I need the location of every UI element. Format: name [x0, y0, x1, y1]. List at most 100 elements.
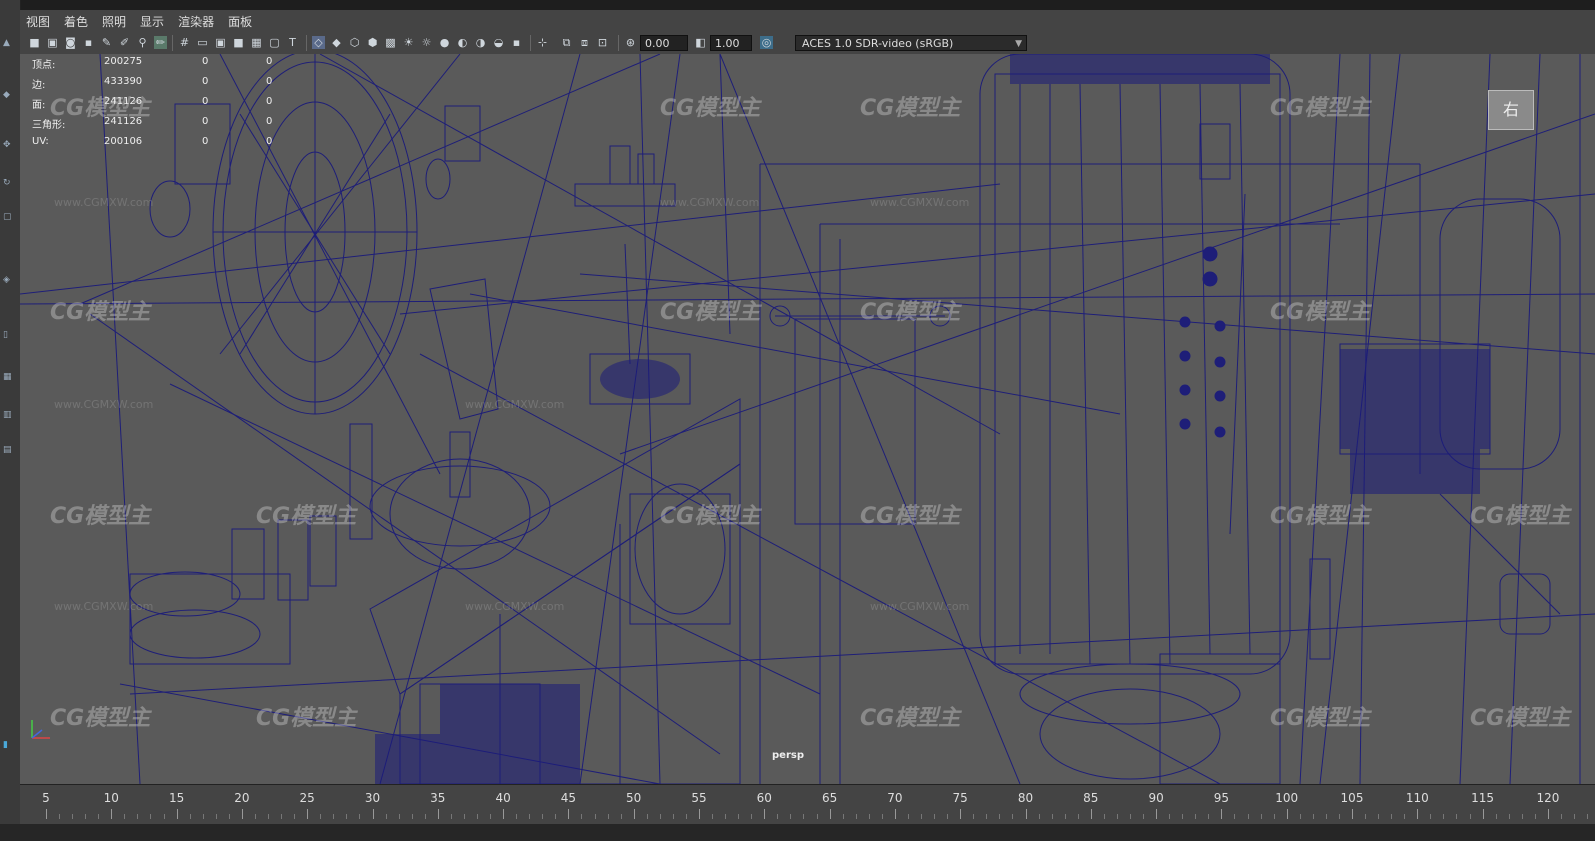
smooth-shading-icon[interactable]: ◆ — [330, 36, 343, 49]
depth-of-field-icon[interactable]: ◒ — [492, 36, 505, 49]
film-gate-icon[interactable]: ▭ — [196, 36, 209, 49]
timeline-minor-tick — [672, 814, 674, 819]
panel-toolbar: ■ ▣ ◙ ▪ ✎ ✐ ⚲ ✏ # ▭ ▣ ■ ▦ ▢ T ◇ ◆ ⬡ ⬢ ▩ … — [20, 32, 1595, 55]
menu-shading[interactable]: 着色 — [64, 13, 88, 30]
watermark: CG模型主 — [50, 706, 151, 731]
watermark: CG模型主 — [50, 504, 151, 529]
isolate-select-icon[interactable]: ▪ — [510, 36, 523, 49]
safe-title-icon[interactable]: T — [286, 36, 299, 49]
colorspace-icon[interactable]: ◎ — [760, 36, 773, 49]
timeline-minor-tick — [1129, 814, 1131, 819]
scale-tool-icon[interactable]: ▢ — [3, 212, 15, 222]
timeline-tick-label: 40 — [495, 791, 511, 805]
gamma-icon[interactable]: ◧ — [694, 36, 707, 49]
timeline-tick-label: 95 — [1213, 791, 1230, 805]
viewport-layout-icon[interactable]: ▮ — [3, 740, 15, 750]
menu-renderer[interactable]: 渲染器 — [178, 13, 214, 30]
colorspace-dropdown[interactable]: ACES 1.0 SDR-video (sRGB) ▼ — [795, 35, 1027, 51]
timeline-tick — [1156, 809, 1158, 819]
motion-blur-icon[interactable]: ◐ — [456, 36, 469, 49]
timeline-tick — [307, 809, 309, 819]
gate-mask-icon[interactable]: ■ — [232, 36, 245, 49]
timeline-minor-tick — [868, 814, 870, 819]
wireframe-on-shaded-icon[interactable]: ⬡ — [348, 36, 361, 49]
time-slider[interactable]: 5 10 15 20 25 30 35 40 45 50 55 60 65 70 75 80 85 90 95 100… — [20, 784, 1595, 825]
perspective-viewport[interactable]: 顶点: 200275 0 0 边: 433390 0 0 面: 241126 0… — [20, 54, 1595, 784]
timeline-tick — [1417, 809, 1419, 819]
hud-count: 0 — [202, 56, 209, 67]
ambient-occlusion-icon[interactable]: ● — [438, 36, 451, 49]
timeline-minor-tick — [1574, 814, 1576, 819]
xray-icon[interactable]: ⊹ — [536, 36, 549, 49]
timeline-minor-tick — [986, 814, 988, 819]
grid-icon[interactable]: # — [178, 36, 191, 49]
timeline-tick — [1352, 809, 1353, 819]
last-tool-icon[interactable]: ◈ — [3, 275, 15, 285]
select-tool-icon[interactable]: ▲ — [3, 38, 15, 48]
checker-icon[interactable]: ▩ — [384, 36, 397, 49]
menu-show[interactable]: 显示 — [140, 13, 164, 30]
exposure-icon[interactable]: ⊛ — [624, 36, 637, 49]
hud-count: 0 — [266, 56, 273, 67]
watermark: CG模型主 — [1270, 96, 1371, 121]
timeline-tick-label: 110 — [1405, 791, 1429, 805]
shadows-icon[interactable]: ☼ — [420, 36, 433, 49]
menu-lighting[interactable]: 照明 — [102, 13, 126, 30]
pencil-active-icon[interactable]: ✏ — [154, 36, 167, 49]
image-plane-icon[interactable]: ▪ — [82, 36, 95, 49]
backface-icon[interactable]: ⊡ — [596, 36, 609, 49]
timeline-minor-tick — [228, 814, 230, 819]
range-slider-bar[interactable] — [0, 824, 1595, 841]
layout-two-icon[interactable]: ▥ — [3, 410, 15, 420]
timeline-minor-tick — [1469, 814, 1471, 819]
timeline-tick-label: 30 — [364, 791, 381, 805]
watermark: CG模型主 — [1270, 300, 1371, 325]
timeline-minor-tick — [607, 814, 609, 819]
bookmark-icon[interactable]: ◙ — [64, 36, 77, 49]
gamma-field[interactable]: 1.00 — [710, 35, 752, 51]
safe-action-icon[interactable]: ▢ — [268, 36, 281, 49]
timeline-minor-tick — [855, 814, 857, 819]
xray-joints-icon[interactable]: ⧉ — [560, 36, 573, 49]
select-camera-icon[interactable]: ■ — [28, 36, 41, 49]
timeline-minor-tick — [1365, 814, 1367, 819]
timeline-minor-tick — [150, 814, 152, 819]
timeline-minor-tick — [1521, 814, 1523, 819]
textured-icon[interactable]: ⬢ — [366, 36, 379, 49]
timeline-minor-tick — [398, 814, 400, 819]
layout-four-icon[interactable]: ▦ — [3, 372, 15, 382]
layout-outliner-icon[interactable]: ▤ — [3, 445, 15, 455]
timeline-minor-tick — [542, 814, 544, 819]
menu-view[interactable]: 视图 — [26, 13, 50, 30]
timeline-minor-tick — [803, 814, 805, 819]
hud-count: 0 — [266, 116, 273, 127]
grease-pencil-2-icon[interactable]: ⚲ — [136, 36, 149, 49]
timeline-minor-tick — [215, 814, 217, 819]
timeline-minor-tick — [1064, 814, 1066, 819]
rotate-tool-icon[interactable]: ↻ — [3, 178, 15, 188]
timeline-minor-tick — [1103, 814, 1105, 819]
grease-pencil-icon[interactable]: ✐ — [118, 36, 131, 49]
wireframe-shading-icon[interactable]: ◇ — [312, 36, 325, 49]
timeline-tick — [372, 809, 374, 819]
exposure-field[interactable]: 0.00 — [640, 35, 688, 51]
xray-active-icon[interactable]: ⧈ — [578, 36, 591, 49]
hud-value: 200275 — [104, 56, 143, 67]
camera-attributes-icon[interactable]: ▣ — [46, 36, 59, 49]
anti-aliasing-icon[interactable]: ◑ — [474, 36, 487, 49]
layout-single-icon[interactable]: ▯ — [3, 330, 15, 340]
view-cube[interactable]: 右 — [1488, 90, 1534, 130]
timeline-minor-tick — [72, 814, 74, 819]
timeline-minor-tick — [476, 814, 478, 819]
menu-panels[interactable]: 面板 — [228, 13, 252, 30]
light-icon[interactable]: ☀ — [402, 36, 415, 49]
field-chart-icon[interactable]: ▦ — [250, 36, 263, 49]
2d-pan-zoom-icon[interactable]: ✎ — [100, 36, 113, 49]
timeline-minor-tick — [685, 814, 687, 819]
move-tool-icon[interactable]: ✥ — [3, 140, 15, 150]
timeline-minor-tick — [359, 814, 361, 819]
timeline-tick-label: 85 — [1083, 791, 1099, 805]
resolution-gate-icon[interactable]: ▣ — [214, 36, 227, 49]
timeline-minor-tick — [320, 814, 322, 819]
lasso-tool-icon[interactable]: ◆ — [3, 90, 15, 100]
